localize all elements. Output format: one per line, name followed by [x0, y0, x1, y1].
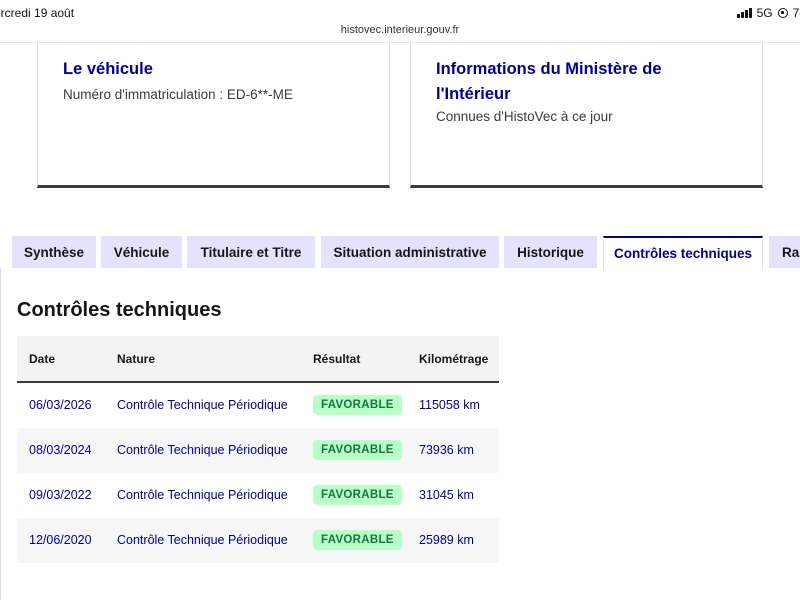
- table-row: 12/06/2020 Contrôle Technique Périodique…: [17, 518, 499, 563]
- cell-km: 115058 km: [419, 398, 480, 412]
- ministere-card: Informations du Ministère de l'Intérieur…: [410, 43, 763, 188]
- header-nature: Nature: [117, 352, 156, 366]
- cell-km: 31045 km: [419, 488, 474, 502]
- cell-km: 25989 km: [419, 533, 474, 547]
- cell-date: 08/03/2024: [29, 443, 92, 457]
- vehicle-card-title: Le véhicule: [63, 60, 153, 78]
- tab-controles-techniques[interactable]: Contrôles techniques: [603, 236, 763, 269]
- tab-historique[interactable]: Historique: [504, 236, 597, 268]
- url-text: histovec.interieur.gouv.fr: [340, 24, 460, 36]
- ministere-card-text: Connues d'HistoVec à ce jour: [436, 109, 613, 124]
- section-title: Contrôles techniques: [17, 299, 222, 321]
- cell-date: 09/03/2022: [29, 488, 92, 502]
- header-result: Résultat: [313, 352, 361, 366]
- result-badge: FAVORABLE: [313, 485, 402, 505]
- header-date: Date: [29, 352, 56, 366]
- cell-km: 73936 km: [419, 443, 474, 457]
- table-row: 08/03/2024 Contrôle Technique Périodique…: [17, 428, 499, 473]
- result-badge: FAVORABLE: [313, 530, 402, 550]
- rotation-lock-icon: [777, 8, 788, 18]
- result-badge: FAVORABLE: [313, 440, 402, 460]
- url-bar[interactable]: histovec.interieur.gouv.fr: [0, 24, 800, 42]
- tab-bar: Synthèse Véhicule Titulaire et Titre Sit…: [0, 236, 800, 269]
- tab-titulaire-titre[interactable]: Titulaire et Titre: [187, 236, 315, 268]
- battery-label: 74: [792, 6, 800, 20]
- status-indicators: 5G 74: [736, 6, 800, 20]
- network-label: 5G: [756, 6, 773, 20]
- tab-rapport[interactable]: Rap: [769, 236, 800, 268]
- cell-date: 12/06/2020: [29, 533, 92, 547]
- ministere-card-title: Informations du Ministère de l'Intérieur: [436, 60, 662, 103]
- registration-number: Numéro d'immatriculation : ED-6**-ME: [63, 87, 293, 102]
- table-row: 09/03/2022 Contrôle Technique Périodique…: [17, 473, 499, 518]
- table-row: 06/03/2026 Contrôle Technique Périodique…: [17, 383, 499, 428]
- vehicle-card: Le véhicule Numéro d'immatriculation : E…: [37, 43, 390, 188]
- signal-icon: [736, 8, 752, 18]
- status-date: ercredi 19 août: [0, 6, 75, 20]
- cell-nature: Contrôle Technique Périodique: [117, 443, 288, 457]
- header-km: Kilométrage: [419, 352, 489, 366]
- cell-date: 06/03/2026: [29, 398, 92, 412]
- result-badge: FAVORABLE: [313, 395, 402, 415]
- tab-vehicule[interactable]: Véhicule: [101, 236, 182, 268]
- status-bar: ercredi 19 août 5G 74: [0, 0, 800, 24]
- cell-nature: Contrôle Technique Périodique: [117, 533, 288, 547]
- table-header: Date Nature Résultat Kilométrage: [17, 336, 499, 383]
- cell-nature: Contrôle Technique Périodique: [117, 398, 288, 412]
- cell-nature: Contrôle Technique Périodique: [117, 488, 288, 502]
- tab-situation-administrative[interactable]: Situation administrative: [321, 236, 499, 268]
- tab-synthese[interactable]: Synthèse: [12, 236, 96, 268]
- tab-panel: Contrôles techniques Date Nature Résulta…: [0, 268, 800, 600]
- controles-table: Date Nature Résultat Kilométrage 06/03/2…: [17, 336, 499, 563]
